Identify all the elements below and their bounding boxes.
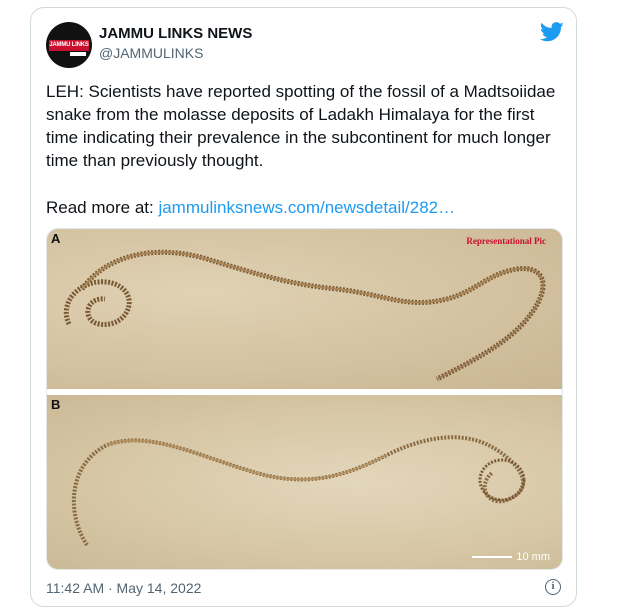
twitter-bird-icon[interactable] (540, 22, 564, 42)
tweet-text: LEH: Scientists have reported spotting o… (46, 82, 556, 170)
avatar-logo-subtitle (70, 52, 86, 56)
panel-a-label: A (51, 231, 61, 246)
read-more: Read more at: jammulinksnews.com/newsdet… (46, 198, 455, 218)
fossil-snake-b (71, 435, 526, 547)
tweet-media[interactable]: A Representational Pic B 10 mm (46, 228, 563, 570)
tweet-timestamp[interactable]: 11:42 AM · May 14, 2022 (46, 580, 201, 596)
scale-bar (472, 556, 512, 558)
fossil-photo-a: A Representational Pic (47, 229, 562, 389)
account-name[interactable]: JAMMU LINKS NEWS (99, 25, 252, 42)
fossil-snake-a (63, 249, 546, 382)
watermark: Representational Pic (466, 236, 546, 246)
scale-label: 10 mm (516, 551, 550, 563)
tweet-card[interactable]: JAMMU LINKS JAMMU LINKS NEWS @JAMMULINKS… (30, 7, 577, 607)
fossil-photo-b: B 10 mm (47, 395, 562, 569)
account-handle[interactable]: @JAMMULINKS (99, 45, 203, 61)
read-more-prefix: Read more at: (46, 198, 159, 217)
info-icon[interactable]: i (545, 579, 561, 595)
avatar[interactable]: JAMMU LINKS (46, 22, 92, 68)
avatar-logo: JAMMU LINKS (49, 40, 89, 51)
read-more-link[interactable]: jammulinksnews.com/newsdetail/282… (158, 198, 455, 217)
panel-b-label: B (51, 397, 61, 412)
